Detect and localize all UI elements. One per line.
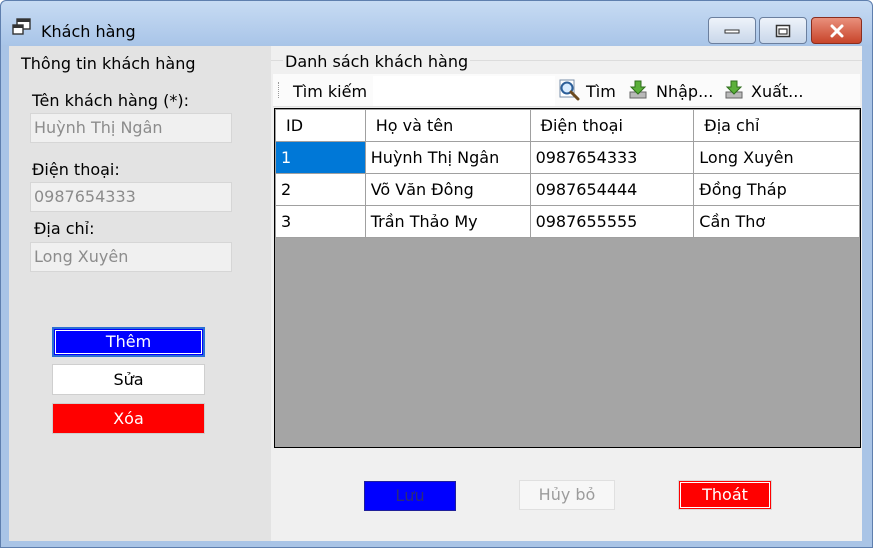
edit-button[interactable]: Sửa (52, 364, 205, 395)
cell-id[interactable]: 3 (275, 205, 366, 238)
window-title: Khách hàng (41, 22, 136, 41)
import-icon (629, 80, 647, 99)
customer-table: ID Họ và tên Điện thoại Địa chỉ 1 Huỳnh … (275, 109, 860, 238)
table-header-row: ID Họ và tên Điện thoại Địa chỉ (275, 109, 860, 142)
close-icon (830, 24, 843, 37)
toolbar-grip[interactable] (278, 82, 281, 98)
minimize-button[interactable] (708, 17, 756, 44)
column-header-address[interactable]: Địa chỉ (693, 109, 860, 142)
window-app-icon (12, 18, 31, 35)
cell-id[interactable]: 1 (275, 141, 366, 174)
export-icon (725, 80, 743, 99)
address-field[interactable]: Long Xuyên (30, 242, 232, 272)
search-label: Tìm kiếm (293, 82, 368, 101)
exit-button[interactable]: Thoát (678, 480, 772, 510)
phone-label: Điện thoại: (32, 160, 120, 179)
main-window: Khách hàng Thông tin khách hàng Tên khác… (0, 0, 873, 548)
address-label: Địa chỉ: (34, 219, 95, 238)
title-bar[interactable]: Khách hàng (1, 1, 872, 45)
find-label: Tìm (586, 82, 616, 101)
cell-phone[interactable]: 0987655555 (529, 205, 695, 238)
close-button[interactable] (811, 17, 862, 44)
cell-name[interactable]: Võ Văn Đông (364, 173, 531, 206)
customer-grid[interactable]: ID Họ và tên Điện thoại Địa chỉ 1 Huỳnh … (274, 108, 861, 448)
name-field[interactable]: Huỳnh Thị Ngân (30, 113, 232, 143)
cell-phone[interactable]: 0987654444 (529, 173, 695, 206)
client-area: Thông tin khách hàng Tên khách hàng (*):… (9, 46, 862, 541)
info-panel-title: Thông tin khách hàng (21, 54, 196, 73)
maximize-button[interactable] (759, 17, 807, 44)
search-input[interactable] (373, 76, 555, 106)
cell-address[interactable]: Đồng Tháp (693, 173, 860, 206)
column-header-name[interactable]: Họ và tên (364, 109, 531, 142)
magnifier-icon (559, 79, 580, 101)
delete-button[interactable]: Xóa (52, 403, 205, 434)
cell-address[interactable]: Long Xuyên (693, 141, 860, 174)
table-row[interactable]: 2 Võ Văn Đông 0987654444 Đồng Tháp (275, 173, 860, 206)
maximize-icon (775, 24, 791, 37)
phone-field[interactable]: 0987654333 (30, 182, 232, 212)
list-panel-title: Danh sách khách hàng (283, 52, 471, 71)
save-button[interactable]: Lưu (364, 481, 456, 511)
cell-name[interactable]: Huỳnh Thị Ngân (364, 141, 531, 174)
import-label: Nhập... (656, 82, 714, 101)
export-label: Xuất... (751, 82, 804, 101)
cell-phone[interactable]: 0987654333 (529, 141, 695, 174)
column-header-id[interactable]: ID (275, 109, 366, 142)
column-header-phone[interactable]: Điện thoại (529, 109, 695, 142)
customer-info-panel: Thông tin khách hàng Tên khách hàng (*):… (9, 46, 271, 541)
add-button[interactable]: Thêm (52, 327, 205, 357)
table-row[interactable]: 3 Trần Thảo My 0987655555 Cần Thơ (275, 205, 860, 238)
cancel-button[interactable]: Hủy bỏ (519, 480, 615, 510)
minimize-icon (724, 29, 740, 33)
cell-id[interactable]: 2 (275, 173, 366, 206)
cell-address[interactable]: Cần Thơ (693, 205, 860, 238)
name-label: Tên khách hàng (*): (32, 91, 190, 110)
toolbar: Tìm kiếm Tìm Nhập... Xuất... (273, 74, 860, 107)
cell-name[interactable]: Trần Thảo My (364, 205, 531, 238)
table-row[interactable]: 1 Huỳnh Thị Ngân 0987654333 Long Xuyên (275, 141, 860, 174)
